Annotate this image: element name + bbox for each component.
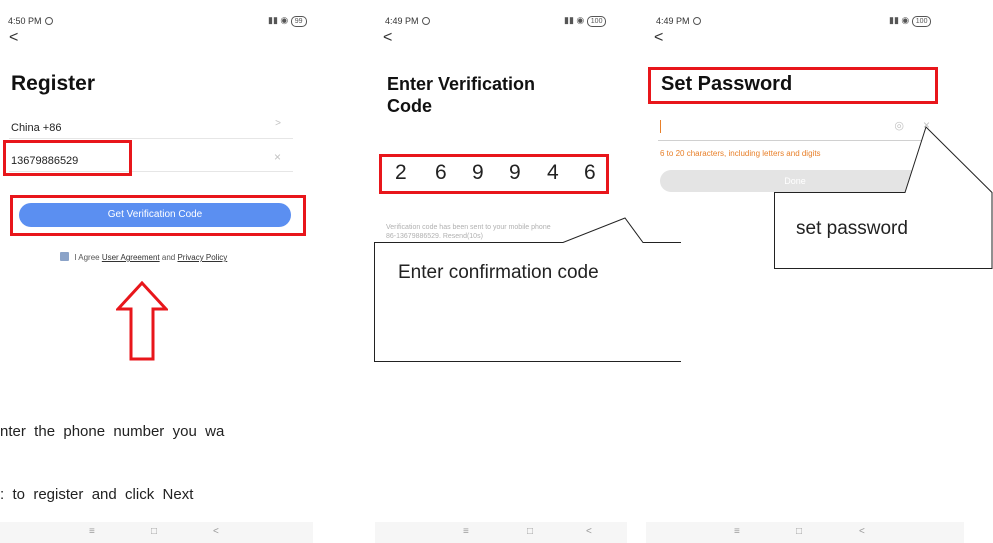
back-button-3[interactable]: < [654,30,663,46]
checkbox[interactable] [60,252,69,261]
divider [9,138,293,139]
status-time-1: 4:50 PM [8,16,53,26]
clear-icon[interactable]: × [274,150,281,164]
text-cursor [660,120,661,133]
system-icons-3: ▮▮ ◉ 100 [889,15,932,27]
back-button-1[interactable]: < [9,30,18,46]
status-time-3: 4:49 PM [656,16,701,26]
battery-icon: 99 [290,16,307,27]
home-icon[interactable]: □ [796,526,802,537]
callout-text-2: Enter confirmation code [398,262,599,283]
system-icons-1: ▮▮ ◉ 99 [268,15,307,27]
home-icon[interactable]: □ [151,526,157,537]
country-label: China +86 [11,122,62,134]
nav-bar-2: ≡ □ < [375,522,627,543]
back-button-2[interactable]: < [383,30,392,46]
battery-icon: 100 [911,16,932,27]
highlight-code [379,154,609,194]
signal-icon: ▮▮ ◉ [564,15,585,25]
callout-box-2 [374,217,681,362]
up-arrow-icon [116,281,168,361]
user-agreement-link[interactable]: User Agreement [102,253,160,262]
back-nav-icon[interactable]: < [586,526,592,537]
country-selector[interactable]: China +86 > [11,118,291,136]
highlight-button [10,195,306,236]
alarm-icon [421,17,430,25]
menu-icon[interactable]: ≡ [734,526,740,537]
signal-icon: ▮▮ ◉ [889,15,910,25]
instruction-text: nter the phone number you wa : to regist… [0,423,225,503]
chevron-right-icon: > [275,118,281,129]
back-nav-icon[interactable]: < [213,526,219,537]
alarm-icon [44,17,53,25]
agreement-row: I Agree User Agreement and Privacy Polic… [60,252,227,262]
back-nav-icon[interactable]: < [859,526,865,537]
nav-bar-1: ≡ □ < [0,522,313,543]
alarm-icon [692,17,701,25]
menu-icon[interactable]: ≡ [89,526,95,537]
nav-bar-3: ≡ □ < [646,522,964,543]
callout-box-3 [774,126,993,269]
home-icon[interactable]: □ [527,526,533,537]
menu-icon[interactable]: ≡ [463,526,469,537]
highlight-title [648,67,938,104]
battery-icon: 100 [586,16,607,27]
highlight-phone [3,140,132,176]
page-title-verification: Enter Verification Code [387,74,536,116]
signal-icon: ▮▮ ◉ [268,15,289,25]
page-title-register: Register [11,72,96,95]
system-icons-2: ▮▮ ◉ 100 [564,15,607,27]
callout-text-3: set password [796,218,908,239]
privacy-policy-link[interactable]: Privacy Policy [177,253,227,262]
status-time-2: 4:49 PM [385,16,430,26]
